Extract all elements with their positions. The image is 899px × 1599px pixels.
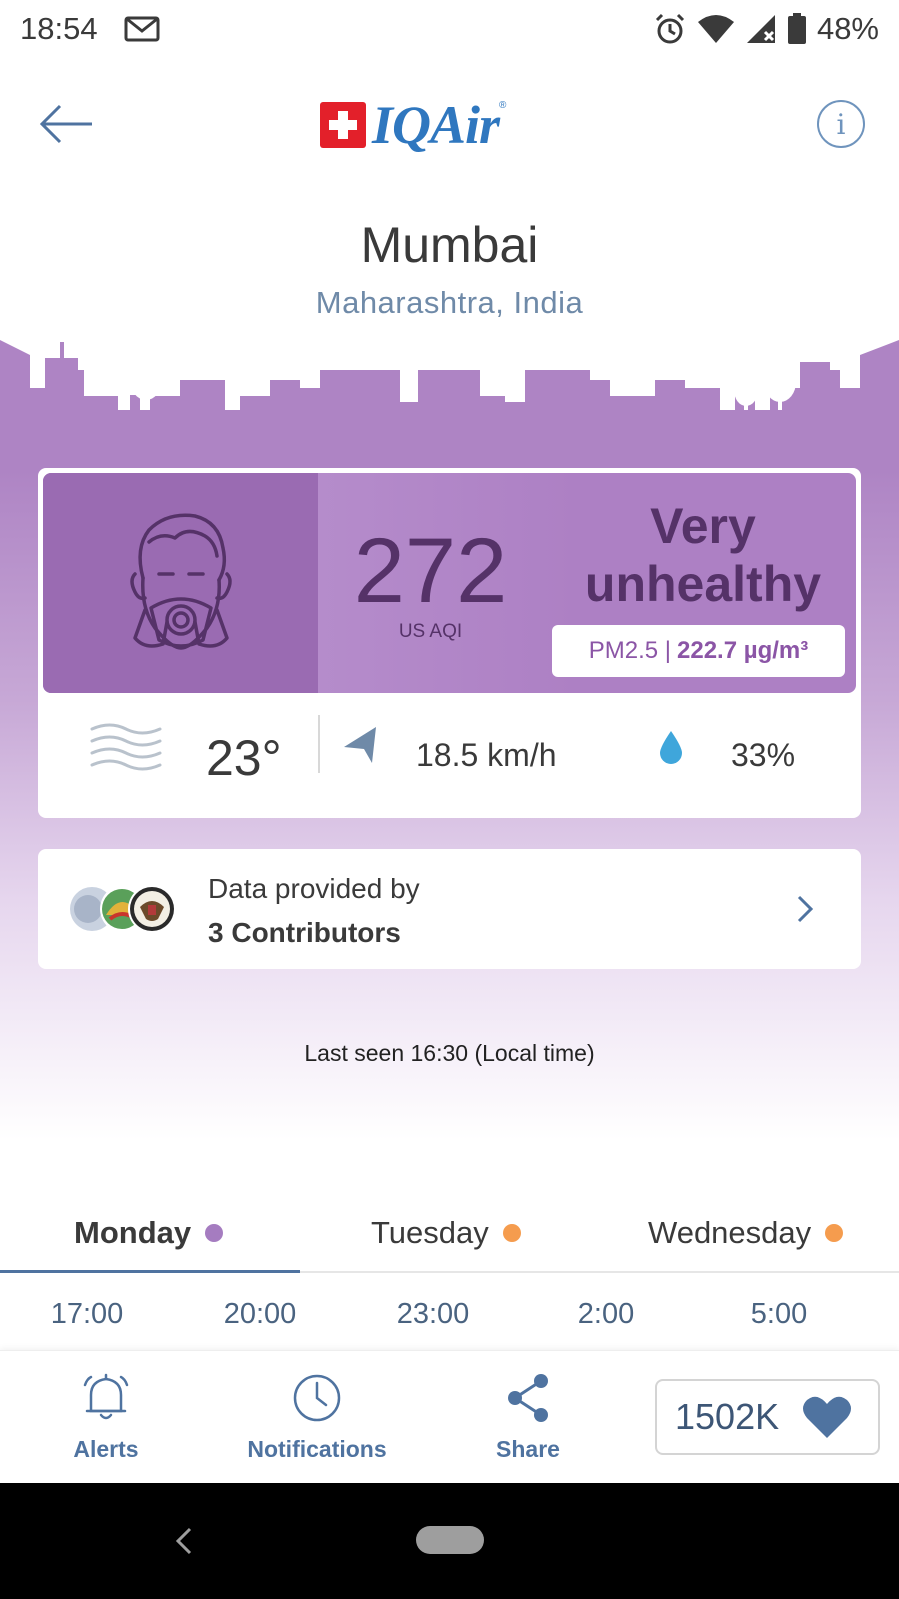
contributor-avatars xyxy=(70,885,176,933)
heart-icon xyxy=(803,1396,852,1438)
swiss-cross-icon xyxy=(320,102,366,148)
notifications-label: Notifications xyxy=(247,1436,387,1462)
aqi-level-dot xyxy=(205,1224,224,1242)
weather-divider xyxy=(318,715,320,773)
haze-icon xyxy=(90,723,162,771)
notifications-button[interactable]: Notifications xyxy=(237,1371,397,1463)
info-icon: i xyxy=(836,107,846,141)
bottom-action-bar: Alerts Notifications Share 1502K xyxy=(0,1350,899,1483)
aqi-status-label: Very unhealthy xyxy=(584,498,822,612)
contributors-card[interactable]: Data provided by 3 Contributors xyxy=(38,849,861,969)
humidity-value: 33% xyxy=(731,737,796,773)
forecast-hour: 17:00 xyxy=(50,1298,124,1330)
clock-icon xyxy=(293,1374,341,1422)
aqi-level-dot xyxy=(825,1224,844,1242)
contributors-count: 3 Contributors xyxy=(208,917,401,948)
tab-tuesday[interactable]: Tuesday xyxy=(371,1203,521,1263)
main-pollutant-badge: PM2.5 | 222.7 µg/m³ xyxy=(552,625,845,677)
tab-monday[interactable]: Monday xyxy=(74,1203,224,1263)
system-home-pill[interactable] xyxy=(416,1526,484,1554)
last-seen-text: Last seen 16:30 (Local time) xyxy=(304,1040,595,1066)
alerts-button[interactable]: Alerts xyxy=(26,1371,186,1463)
tab-label: Wednesday xyxy=(648,1215,812,1250)
humidity-drop-icon xyxy=(660,731,682,764)
tab-wednesday[interactable]: Wednesday xyxy=(648,1203,844,1263)
aqi-face-panel xyxy=(43,473,318,693)
region-name: Maharashtra, India xyxy=(315,285,584,320)
forecast-hour: 20:00 xyxy=(223,1298,297,1330)
iqair-logo: IQAir ® xyxy=(320,95,507,155)
gmail-icon xyxy=(124,16,160,42)
wind-speed-value: 18.5 km/h xyxy=(416,737,557,773)
tab-label: Monday xyxy=(74,1215,192,1250)
active-tab-indicator xyxy=(0,1270,300,1273)
battery-icon xyxy=(787,13,806,44)
tab-label: Tuesday xyxy=(371,1215,489,1250)
share-label: Share xyxy=(496,1436,560,1462)
signal-icon xyxy=(746,15,775,43)
aqi-value: 272 xyxy=(353,520,508,622)
logo-registered: ® xyxy=(499,100,507,111)
info-button[interactable]: i xyxy=(817,100,865,148)
temperature-value: 23° xyxy=(206,730,282,786)
logo-text: IQAir xyxy=(372,95,500,155)
wind-direction-icon xyxy=(344,727,376,763)
share-icon xyxy=(508,1374,548,1422)
aqi-band: 272 US AQI Very unhealthy PM2.5 | 222.7 … xyxy=(43,473,856,693)
share-button[interactable]: Share xyxy=(448,1371,608,1463)
weather-row: 23° 18.5 km/h 33% xyxy=(38,693,861,818)
aqi-card: 272 US AQI Very unhealthy PM2.5 | 222.7 … xyxy=(38,468,861,818)
city-name: Mumbai xyxy=(360,217,539,273)
aqi-level-dot xyxy=(502,1224,521,1242)
battery-percent: 48% xyxy=(816,11,879,46)
gas-mask-face-icon xyxy=(129,513,232,650)
alerts-label: Alerts xyxy=(73,1436,139,1462)
follower-count: 1502K xyxy=(675,1396,780,1437)
system-back-icon[interactable] xyxy=(170,1521,200,1561)
follow-button[interactable]: 1502K xyxy=(655,1379,880,1455)
pollutant-concentration: 222.7 µg/m³ xyxy=(677,637,809,664)
alarm-icon xyxy=(655,13,685,44)
pollutant-name: PM2.5 | xyxy=(588,637,672,664)
city-skyline-illustration xyxy=(0,340,899,420)
chevron-right-icon xyxy=(797,895,814,923)
back-arrow-icon[interactable] xyxy=(36,100,96,148)
forecast-hour: 23:00 xyxy=(396,1298,470,1330)
wifi-icon xyxy=(697,15,734,43)
system-navigation-bar xyxy=(0,1483,899,1599)
status-time: 18:54 xyxy=(20,11,98,46)
forecast-hour: 5:00 xyxy=(750,1298,808,1330)
aqi-unit-label: US AQI xyxy=(398,621,463,642)
forecast-hours-row: 17:00 20:00 23:00 2:00 5:00 xyxy=(0,1298,899,1338)
forecast-day-tabs: Monday Tuesday Wednesday xyxy=(0,1195,899,1273)
bell-icon xyxy=(83,1373,129,1420)
app-header: IQAir ® i xyxy=(0,88,899,160)
forecast-hour: 2:00 xyxy=(577,1298,635,1330)
status-bar: 18:54 48% xyxy=(0,0,899,58)
contributors-caption: Data provided by xyxy=(208,873,420,904)
